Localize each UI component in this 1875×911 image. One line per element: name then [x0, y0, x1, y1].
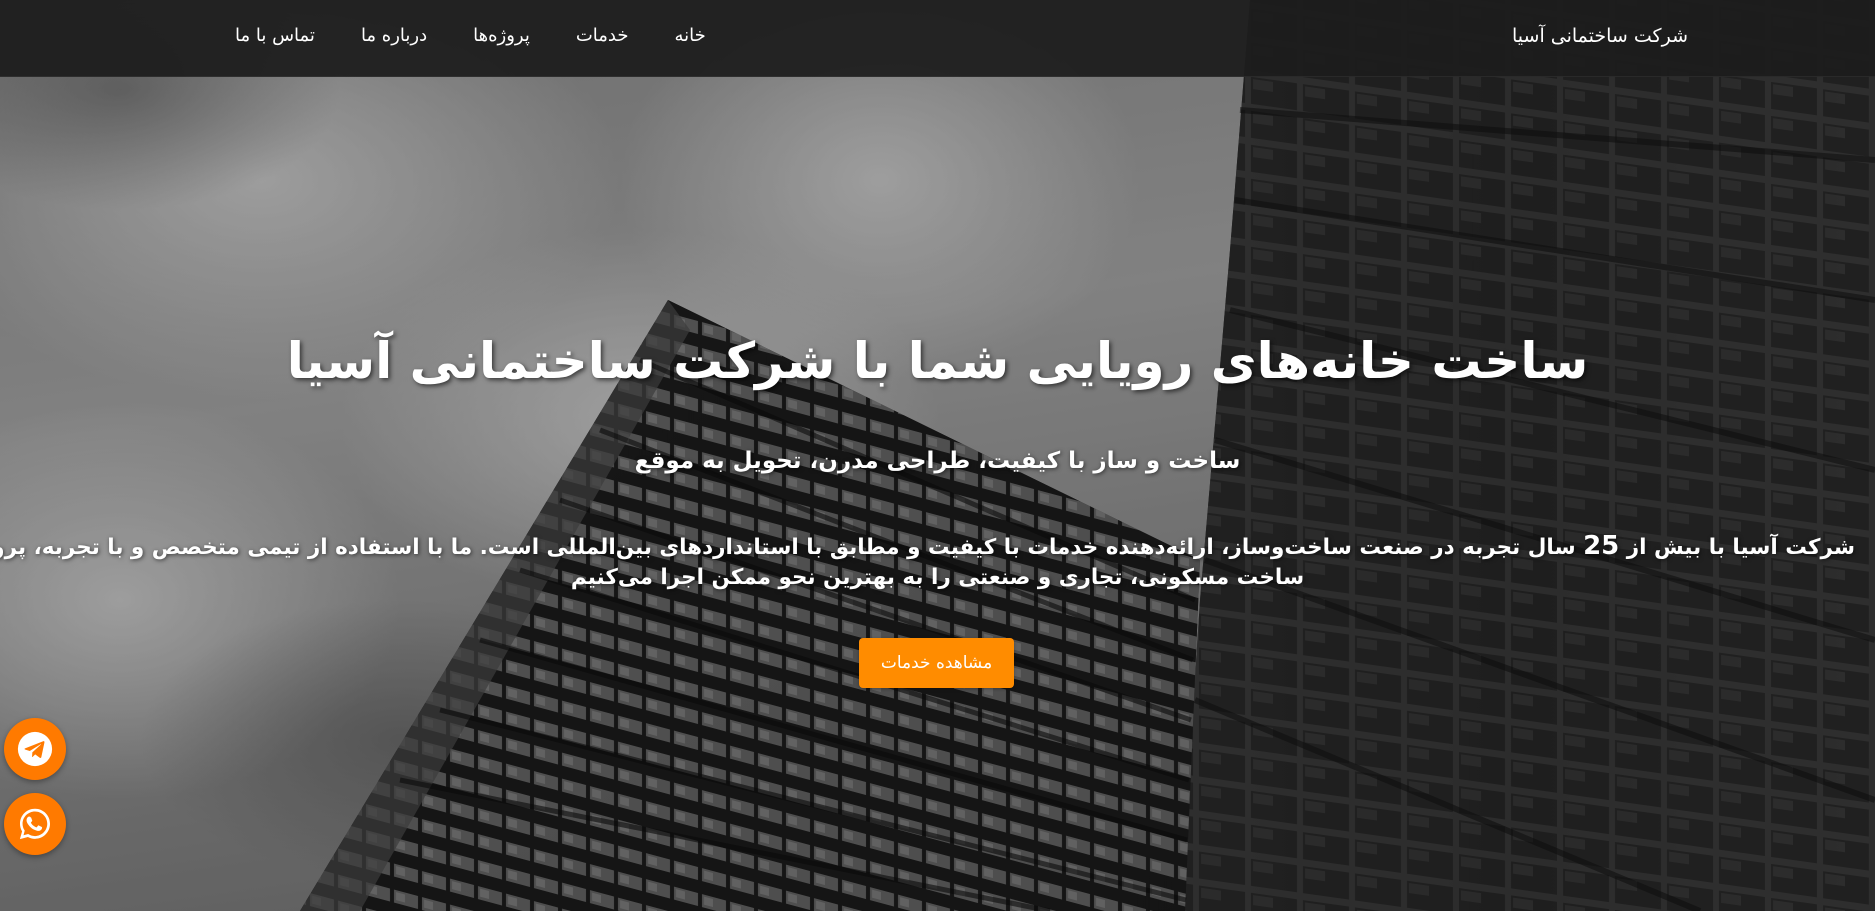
hero-section: ساخت خانه‌های رویایی شما با شرکت ساختمان…	[0, 76, 1875, 911]
nav-link-home[interactable]: خانه	[652, 22, 729, 50]
nav-item-services: خدمات	[553, 22, 652, 50]
page: شرکت ساختمانی آسیا تماس با ما درباره ما …	[0, 0, 1875, 911]
nav-link-projects[interactable]: پروژه‌ها	[450, 22, 553, 50]
nav-item-about: درباره ما	[338, 22, 450, 50]
nav-menu: تماس با ما درباره ما پروژه‌ها خدمات خانه	[212, 22, 729, 50]
nav-item-projects: پروژه‌ها	[450, 22, 553, 50]
brand-logo-text[interactable]: شرکت ساختمانی آسیا	[1512, 22, 1688, 50]
nav-link-services[interactable]: خدمات	[553, 22, 652, 50]
hero-description-line-2: ساخت مسکونی، تجاری و صنعتی را به بهترین …	[570, 565, 1305, 590]
hero-years-number: 25	[1583, 531, 1620, 561]
hero-subtitle: ساخت و ساز با کیفیت، طراحی مدرن، تحویل ب…	[634, 448, 1241, 474]
nav-item-home: خانه	[652, 22, 729, 50]
telegram-icon	[17, 731, 53, 767]
telegram-button[interactable]	[4, 718, 66, 780]
hero-description-intro: شرکت آسیا با بیش از	[1626, 535, 1855, 560]
navbar: شرکت ساختمانی آسیا تماس با ما درباره ما …	[0, 0, 1875, 77]
nav-link-about[interactable]: درباره ما	[338, 22, 450, 50]
view-services-button[interactable]: مشاهده خدمات	[859, 638, 1014, 688]
hero-title: ساخت خانه‌های رویایی شما با شرکت ساختمان…	[286, 332, 1589, 390]
nav-item-contact: تماس با ما	[212, 22, 338, 50]
hero-description-body: سال تجربه در صنعت ساخت‌وساز، ارائه‌دهنده…	[0, 535, 1576, 560]
whatsapp-button[interactable]	[4, 793, 66, 855]
whatsapp-icon	[19, 808, 51, 840]
nav-link-contact[interactable]: تماس با ما	[212, 22, 338, 50]
hero-description: شرکت آسیا با بیش از 25 سال تجربه در صنعت…	[0, 531, 1855, 593]
hero-description-line-1: شرکت آسیا با بیش از 25 سال تجربه در صنعت…	[0, 531, 1855, 563]
